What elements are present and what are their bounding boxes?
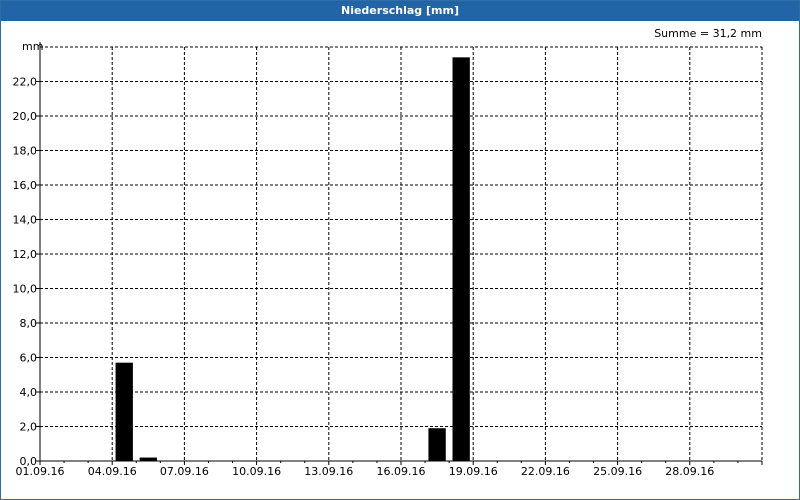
y-tick-label: 12,0 [13,248,38,261]
x-tick-label: 13.09.16 [304,465,353,478]
grid [40,46,763,461]
chart-svg: mm Summe = 31,2 mm 0,02,04,06,08,010,012… [13,27,763,478]
x-tick-label: 10.09.16 [232,465,281,478]
y-tick-label: 18,0 [13,145,38,158]
x-tick-label: 07.09.16 [160,465,209,478]
x-tick-label: 22.09.16 [521,465,570,478]
x-tick-labels: 01.09.16 04.09.16 07.09.16 10.09.16 13.09.16… [16,465,715,478]
bars [115,57,470,461]
y-tick-label: 8,0 [20,317,38,330]
y-tick-label: 4,0 [20,386,38,399]
y-tick-label: 10,0 [13,283,38,296]
y-tick-label: 22,0 [13,76,38,89]
x-tick-label: 25.09.16 [593,465,642,478]
axes [36,42,763,465]
bar [428,428,446,461]
y-tick-label: 20,0 [13,110,38,123]
bar [452,57,470,461]
x-tick-label: 01.09.16 [16,465,65,478]
y-tick-label: 6,0 [20,352,38,365]
y-tick-label: 16,0 [13,179,38,192]
y-tick-label: 14,0 [13,214,38,227]
bar [115,362,133,461]
x-tick-label: 19.09.16 [449,465,498,478]
bar [139,457,157,461]
y-tick-label: 2,0 [20,421,38,434]
y-tick-labels: 0,02,04,06,08,010,012,014,016,018,020,02… [13,76,38,469]
x-tick-label: 16.09.16 [377,465,426,478]
x-tick-label: 28.09.16 [665,465,714,478]
sum-annotation: Summe = 31,2 mm [654,27,762,40]
x-tick-label: 04.09.16 [88,465,137,478]
